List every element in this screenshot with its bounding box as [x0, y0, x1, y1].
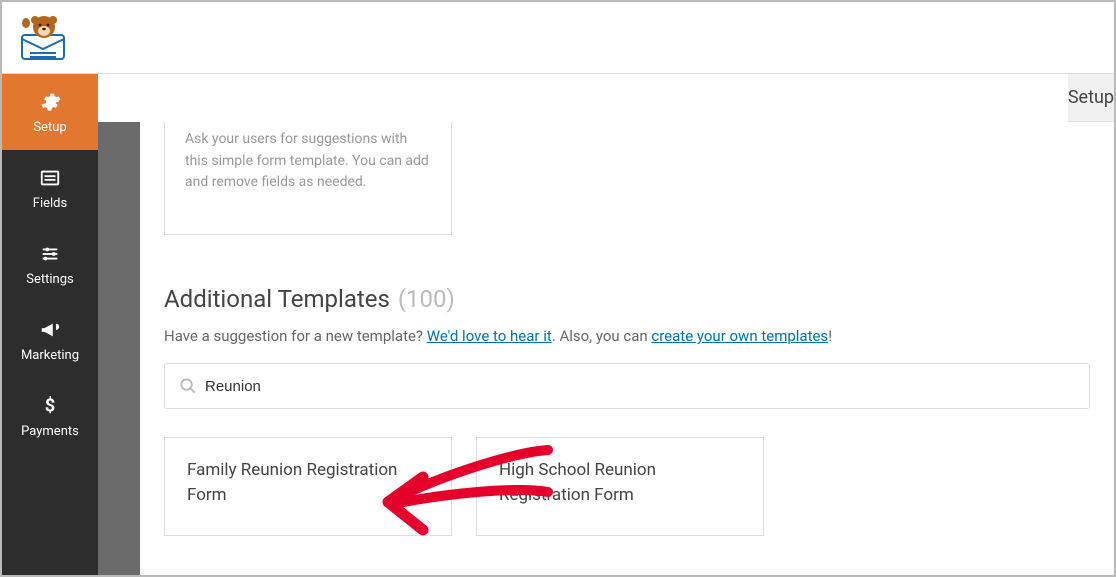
sidebar-label: Fields — [33, 196, 67, 211]
gear-icon — [38, 90, 62, 114]
sidebar-item-marketing[interactable]: Marketing — [2, 302, 98, 378]
template-result[interactable]: Family Reunion Registration Form — [164, 437, 452, 536]
result-title: High School Reunion Registration Form — [499, 458, 741, 507]
suggestion-link-hear[interactable]: We'd love to hear it — [427, 327, 552, 345]
suggestion-mid: . Also, you can — [552, 327, 652, 345]
sidebar-item-settings[interactable]: Settings — [2, 226, 98, 302]
page-title: Setup — [1068, 87, 1114, 108]
suggestion-text: Have a suggestion for a new template? We… — [164, 327, 1090, 345]
list-icon — [38, 166, 62, 190]
template-description: Ask your users for suggestions with this… — [185, 129, 431, 194]
sliders-icon — [38, 242, 62, 266]
setup-panel: Ask your users for suggestions with this… — [140, 122, 1114, 575]
template-card[interactable]: Ask your users for suggestions with this… — [164, 122, 452, 235]
search-icon — [179, 377, 197, 395]
template-search[interactable] — [164, 363, 1090, 409]
svg-text:$: $ — [45, 395, 56, 416]
sidebar: Setup Fields Settings Marketing $ Paymen… — [2, 74, 98, 575]
suggestion-suffix: ! — [828, 327, 832, 345]
search-input[interactable] — [205, 378, 1075, 395]
section-count: (100) — [398, 285, 455, 313]
top-bar — [2, 2, 1114, 74]
sidebar-item-fields[interactable]: Fields — [2, 150, 98, 226]
bullhorn-icon — [38, 318, 62, 342]
sidebar-label: Payments — [21, 424, 79, 439]
dollar-icon: $ — [38, 394, 62, 418]
section-title: Additional Templates (100) — [164, 285, 1090, 313]
sidebar-label: Settings — [26, 272, 73, 287]
sidebar-label: Marketing — [21, 348, 79, 363]
section-title-text: Additional Templates — [164, 285, 390, 313]
suggestion-link-create[interactable]: create your own templates — [651, 327, 828, 345]
sidebar-item-setup[interactable]: Setup — [2, 74, 98, 150]
page-header: Setup — [1068, 74, 1114, 122]
wpforms-logo — [14, 13, 74, 63]
suggestion-prefix: Have a suggestion for a new template? — [164, 327, 427, 345]
sidebar-item-payments[interactable]: $ Payments — [2, 378, 98, 454]
result-title: Family Reunion Registration Form — [187, 458, 429, 507]
search-results: Family Reunion Registration Form High Sc… — [164, 437, 1090, 536]
template-result[interactable]: High School Reunion Registration Form — [476, 437, 764, 536]
sidebar-label: Setup — [33, 120, 66, 135]
canvas: Ask your users for suggestions with this… — [98, 122, 1114, 575]
